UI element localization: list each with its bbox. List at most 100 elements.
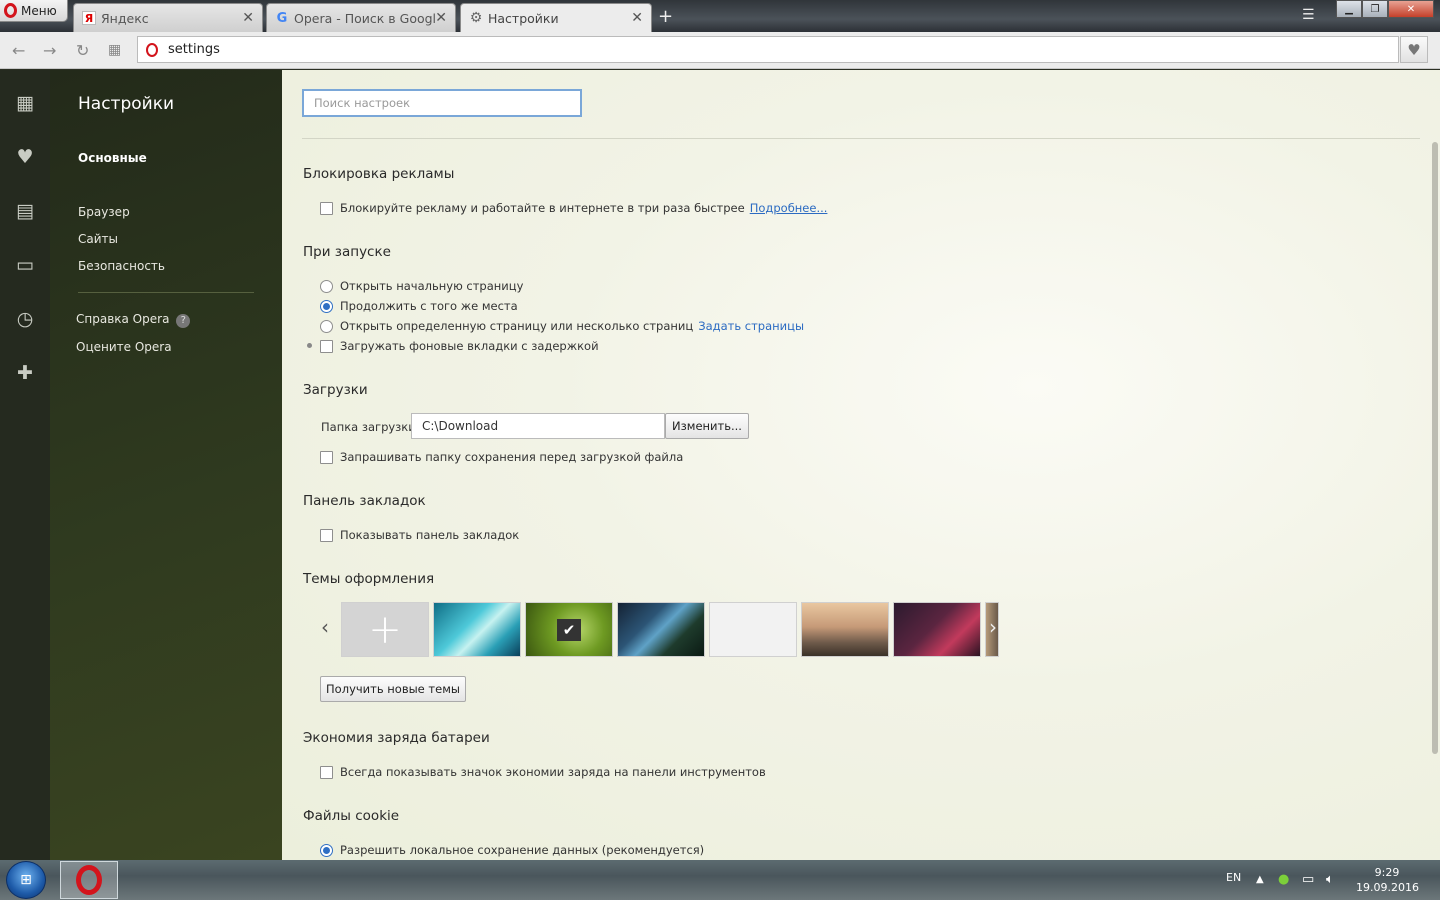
close-icon[interactable]: ✕ xyxy=(242,10,254,26)
opera-logo-icon xyxy=(76,865,102,895)
opera-logo-icon xyxy=(4,3,17,18)
sidebar-item-help[interactable]: Справка Opera ? xyxy=(76,312,191,328)
taskbar-opera-button[interactable] xyxy=(60,861,118,899)
bookmarks-bar-row: Показывать панель закладок xyxy=(320,528,519,542)
menu-label: Меню xyxy=(21,3,57,18)
cookies-allow-label: Разрешить локальное сохранение данных (р… xyxy=(340,843,705,857)
extensions-puzzle-icon[interactable]: ✚ xyxy=(13,362,37,384)
download-folder-field[interactable]: C:\Download xyxy=(411,413,665,439)
settings-sidebar: Настройки Основные Браузер Сайты Безопас… xyxy=(50,70,282,860)
bookmarks-bar-checkbox[interactable] xyxy=(320,528,333,542)
close-icon[interactable]: ✕ xyxy=(631,10,643,26)
address-bar[interactable]: settings xyxy=(137,36,1399,63)
chevron-left-icon[interactable]: ‹ xyxy=(321,615,329,639)
new-tab-button[interactable]: + xyxy=(658,6,673,27)
heart-icon[interactable]: ♥ xyxy=(13,146,37,168)
tab-menu-icon[interactable]: ☰ xyxy=(1302,7,1315,23)
startup-option-label: Открыть начальную страницу xyxy=(340,279,524,293)
speed-dial-icon[interactable]: ▦ xyxy=(108,42,121,58)
sidebar-item-browser[interactable]: Браузер xyxy=(78,205,130,219)
cookies-allow-row: Разрешить локальное сохранение данных (р… xyxy=(320,843,704,857)
theme-tile-feathers[interactable] xyxy=(617,602,705,657)
tab-title: Настройки xyxy=(488,10,559,26)
adblock-checkbox[interactable] xyxy=(320,201,333,215)
opera-menu-button[interactable]: Меню xyxy=(0,0,68,22)
history-clock-icon[interactable]: ◷ xyxy=(13,308,37,330)
startup-radio-pages[interactable] xyxy=(320,319,333,333)
ask-folder-row: Запрашивать папку сохранения перед загру… xyxy=(320,450,683,464)
section-title-adblock: Блокировка рекламы xyxy=(303,166,455,182)
close-window-button[interactable]: ✕ xyxy=(1388,0,1434,18)
tab-title: Opera - Поиск в Google xyxy=(294,10,436,26)
theme-tile-leaf-selected[interactable]: ✔ xyxy=(525,602,613,657)
maximize-button[interactable]: ❐ xyxy=(1362,0,1388,18)
sidebar-item-basic[interactable]: Основные xyxy=(78,151,147,165)
download-folder-label: Папка загрузки: xyxy=(321,420,420,434)
startup-option-continue: Продолжить с того же места xyxy=(320,299,518,313)
section-title-themes: Темы оформления xyxy=(303,571,435,587)
ask-folder-label: Запрашивать папку сохранения перед загру… xyxy=(340,450,684,464)
theme-tile-magenta[interactable] xyxy=(893,602,981,657)
delay-tabs-row: Загружать фоновые вкладки с задержкой xyxy=(320,339,599,353)
checkmark-icon: ✔ xyxy=(557,618,581,641)
windows-start-button[interactable]: ⊞ xyxy=(6,861,46,899)
settings-title: Настройки xyxy=(78,94,175,114)
news-icon[interactable]: ▤ xyxy=(13,200,37,222)
window-controls: ▁ ❐ ✕ xyxy=(1336,0,1434,18)
set-pages-link[interactable]: Задать страницы xyxy=(698,319,804,333)
delay-tabs-checkbox[interactable] xyxy=(320,339,333,353)
section-title-startup: При запуске xyxy=(303,244,391,260)
close-icon[interactable]: ✕ xyxy=(435,10,447,26)
minimize-button[interactable]: ▁ xyxy=(1336,0,1362,18)
chevron-right-icon[interactable]: › xyxy=(989,615,997,639)
taskbar-clock[interactable]: 9:29 19.09.2016 xyxy=(1356,865,1419,895)
show-hidden-icons-icon[interactable]: ▲ xyxy=(1256,874,1264,885)
search-placeholder: Поиск настроек xyxy=(314,96,411,110)
battery-icon-checkbox[interactable] xyxy=(320,765,333,779)
advanced-bullet xyxy=(307,343,312,348)
network-icon[interactable]: ▭ xyxy=(1302,872,1314,887)
change-folder-button[interactable]: Изменить... xyxy=(665,413,749,439)
tab-title: Яндекс xyxy=(101,10,149,26)
battery-icon-label: Всегда показывать значок экономии заряда… xyxy=(340,765,766,779)
sidebar-item-rate[interactable]: Оцените Opera xyxy=(76,340,172,354)
clock-time: 9:29 xyxy=(1374,866,1400,879)
windows-taskbar: ⊞ EN ▲ ● ▭ 🔈︎ 9:29 19.09.2016 xyxy=(0,860,1440,900)
cookies-allow-radio[interactable] xyxy=(320,843,333,857)
startup-radio-homepage[interactable] xyxy=(320,279,333,293)
adblock-label: Блокируйте рекламу и работайте в интерне… xyxy=(340,201,745,215)
forward-icon[interactable]: → xyxy=(43,41,56,60)
tab-yandex[interactable]: Я Яндекс ✕ xyxy=(73,3,263,32)
back-icon[interactable]: ← xyxy=(12,41,25,60)
speed-dial-icon[interactable]: ▦ xyxy=(13,92,37,114)
help-label: Справка Opera xyxy=(76,312,170,326)
add-theme-tile[interactable]: + xyxy=(341,602,429,657)
ask-folder-checkbox[interactable] xyxy=(320,450,333,464)
gear-icon: ⚙ xyxy=(469,10,483,26)
startup-option-homepage: Открыть начальную страницу xyxy=(320,279,523,293)
scrollbar[interactable] xyxy=(1432,142,1438,754)
sidebar-item-sites[interactable]: Сайты xyxy=(78,232,118,246)
yandex-favicon-icon: Я xyxy=(82,11,96,25)
language-indicator[interactable]: EN xyxy=(1226,871,1241,884)
bookmarks-bar-label: Показывать панель закладок xyxy=(340,528,520,542)
volume-icon[interactable]: 🔈︎ xyxy=(1326,872,1334,887)
settings-search-input[interactable]: Поиск настроек xyxy=(302,89,582,117)
devices-icon[interactable]: ▭ xyxy=(13,254,37,276)
adblock-more-link[interactable]: Подробнее... xyxy=(750,201,828,215)
sidebar-item-security[interactable]: Безопасность xyxy=(78,259,165,273)
delay-tabs-label: Загружать фоновые вкладки с задержкой xyxy=(340,339,599,353)
tab-google[interactable]: G Opera - Поиск в Google ✕ xyxy=(266,3,456,32)
theme-tile-mountains[interactable] xyxy=(801,602,889,657)
section-title-downloads: Загрузки xyxy=(303,382,368,398)
bookmark-heart-button[interactable]: ♥ xyxy=(1400,36,1428,63)
sidebar-divider xyxy=(78,292,254,293)
adblock-row: Блокируйте рекламу и работайте в интерне… xyxy=(320,201,827,215)
startup-radio-continue[interactable] xyxy=(320,299,333,313)
theme-tile-aqua[interactable] xyxy=(433,602,521,657)
reload-icon[interactable]: ↻ xyxy=(76,41,89,60)
theme-tile-light[interactable] xyxy=(709,602,797,657)
tab-settings[interactable]: ⚙ Настройки ✕ xyxy=(460,3,652,32)
get-themes-button[interactable]: Получить новые темы xyxy=(320,676,466,702)
tray-app-icon[interactable]: ● xyxy=(1278,872,1289,887)
